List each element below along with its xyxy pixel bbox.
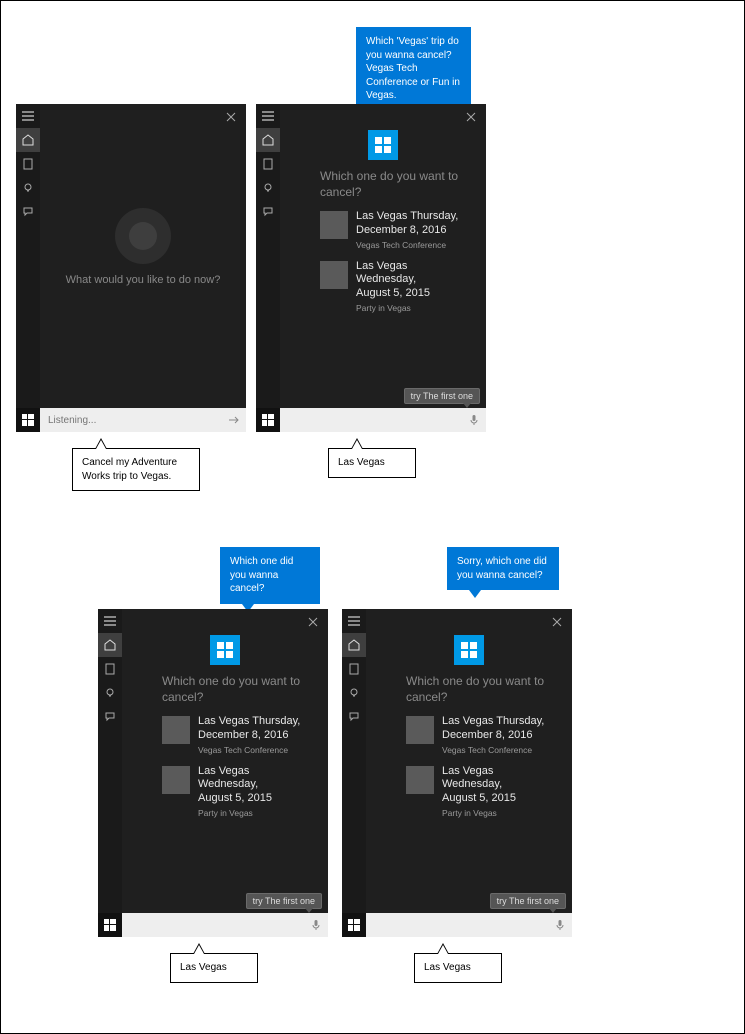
trip-thumbnail bbox=[406, 716, 434, 744]
trip-title: Las Vegas Wednesday, bbox=[198, 765, 310, 793]
home-icon[interactable] bbox=[16, 128, 40, 152]
start-button[interactable] bbox=[342, 913, 366, 937]
trip-subtitle: Party in Vegas bbox=[198, 808, 310, 818]
sidebar bbox=[16, 104, 40, 432]
trip-thumbnail bbox=[406, 766, 434, 794]
hamburger-icon[interactable] bbox=[98, 609, 122, 633]
start-button[interactable] bbox=[98, 913, 122, 937]
cortana-panel-4: Which one do you want to cancel? Las Veg… bbox=[342, 609, 572, 937]
user-speech-bubble: Las Vegas bbox=[328, 448, 416, 478]
cortana-panel-3: Which one do you want to cancel? Las Veg… bbox=[98, 609, 328, 937]
app-tile-icon bbox=[368, 130, 398, 160]
trip-subtitle: Vegas Tech Conference bbox=[356, 240, 458, 250]
trip-title: Las Vegas Thursday, bbox=[356, 210, 458, 224]
bulb-icon[interactable] bbox=[256, 176, 280, 200]
sidebar bbox=[342, 609, 366, 937]
trip-date: August 5, 2015 bbox=[442, 792, 554, 806]
feedback-icon[interactable] bbox=[342, 705, 366, 729]
cortana-tts-bubble: Which 'Vegas' trip do you wanna cancel? … bbox=[356, 27, 471, 111]
search-input[interactable] bbox=[40, 408, 222, 432]
trip-option[interactable]: Las Vegas Thursday, December 8, 2016 Veg… bbox=[162, 715, 310, 755]
mic-icon[interactable] bbox=[462, 408, 486, 432]
bulb-icon[interactable] bbox=[98, 681, 122, 705]
trip-subtitle: Party in Vegas bbox=[442, 808, 554, 818]
notebook-icon[interactable] bbox=[98, 657, 122, 681]
trip-thumbnail bbox=[162, 716, 190, 744]
home-icon[interactable] bbox=[256, 128, 280, 152]
trip-subtitle: Vegas Tech Conference bbox=[198, 745, 300, 755]
trip-option[interactable]: Las Vegas Wednesday, August 5, 2015 Part… bbox=[320, 260, 468, 313]
trip-option[interactable]: Las Vegas Wednesday, August 5, 2015 Part… bbox=[162, 765, 310, 818]
trip-date: December 8, 2016 bbox=[198, 729, 300, 743]
cortana-avatar bbox=[115, 208, 171, 264]
sidebar bbox=[256, 104, 280, 432]
trip-date: August 5, 2015 bbox=[356, 287, 468, 301]
hint-chip[interactable]: try The first one bbox=[404, 388, 480, 404]
trip-thumbnail bbox=[320, 261, 348, 289]
trip-title: Las Vegas Wednesday, bbox=[442, 765, 554, 793]
start-button[interactable] bbox=[16, 408, 40, 432]
search-input[interactable] bbox=[366, 913, 548, 937]
start-button[interactable] bbox=[256, 408, 280, 432]
trip-thumbnail bbox=[320, 211, 348, 239]
notebook-icon[interactable] bbox=[342, 657, 366, 681]
app-tile-icon bbox=[210, 635, 240, 665]
feedback-icon[interactable] bbox=[256, 200, 280, 224]
cortana-tts-bubble: Sorry, which one did you wanna cancel? bbox=[447, 547, 559, 590]
hamburger-icon[interactable] bbox=[342, 609, 366, 633]
trip-option[interactable]: Las Vegas Thursday, December 8, 2016 Veg… bbox=[406, 715, 554, 755]
user-speech-bubble: Las Vegas bbox=[170, 953, 258, 983]
user-speech-bubble: Las Vegas bbox=[414, 953, 502, 983]
search-input[interactable] bbox=[122, 913, 304, 937]
hint-chip[interactable]: try The first one bbox=[246, 893, 322, 909]
notebook-icon[interactable] bbox=[16, 152, 40, 176]
question-text: Which one do you want to cancel? bbox=[320, 168, 468, 200]
trip-title: Las Vegas Thursday, bbox=[442, 715, 544, 729]
submit-arrow-icon[interactable] bbox=[222, 408, 246, 432]
home-icon[interactable] bbox=[98, 633, 122, 657]
cortana-tts-bubble: Which one did you wanna cancel? bbox=[220, 547, 320, 604]
question-text: Which one do you want to cancel? bbox=[406, 673, 554, 705]
app-tile-icon bbox=[454, 635, 484, 665]
cortana-panel-2: Which one do you want to cancel? Las Veg… bbox=[256, 104, 486, 432]
feedback-icon[interactable] bbox=[98, 705, 122, 729]
hint-chip[interactable]: try The first one bbox=[490, 893, 566, 909]
trip-title: Las Vegas Wednesday, bbox=[356, 260, 468, 288]
bulb-icon[interactable] bbox=[342, 681, 366, 705]
trip-subtitle: Party in Vegas bbox=[356, 303, 468, 313]
hamburger-icon[interactable] bbox=[16, 104, 40, 128]
trip-date: August 5, 2015 bbox=[198, 792, 310, 806]
question-text: Which one do you want to cancel? bbox=[162, 673, 310, 705]
trip-title: Las Vegas Thursday, bbox=[198, 715, 300, 729]
trip-date: December 8, 2016 bbox=[356, 224, 458, 238]
sidebar bbox=[98, 609, 122, 937]
mic-icon[interactable] bbox=[304, 913, 328, 937]
trip-option[interactable]: Las Vegas Thursday, December 8, 2016 Veg… bbox=[320, 210, 468, 250]
trip-date: December 8, 2016 bbox=[442, 729, 544, 743]
trip-subtitle: Vegas Tech Conference bbox=[442, 745, 544, 755]
notebook-icon[interactable] bbox=[256, 152, 280, 176]
trip-thumbnail bbox=[162, 766, 190, 794]
search-input[interactable] bbox=[280, 408, 462, 432]
feedback-icon[interactable] bbox=[16, 200, 40, 224]
mic-icon[interactable] bbox=[548, 913, 572, 937]
trip-option[interactable]: Las Vegas Wednesday, August 5, 2015 Part… bbox=[406, 765, 554, 818]
cortana-panel-1: What would you like to do now? bbox=[16, 104, 246, 432]
home-icon[interactable] bbox=[342, 633, 366, 657]
bulb-icon[interactable] bbox=[16, 176, 40, 200]
cortana-prompt: What would you like to do now? bbox=[40, 274, 246, 286]
hamburger-icon[interactable] bbox=[256, 104, 280, 128]
user-speech-bubble: Cancel my Adventure Works trip to Vegas. bbox=[72, 448, 200, 491]
